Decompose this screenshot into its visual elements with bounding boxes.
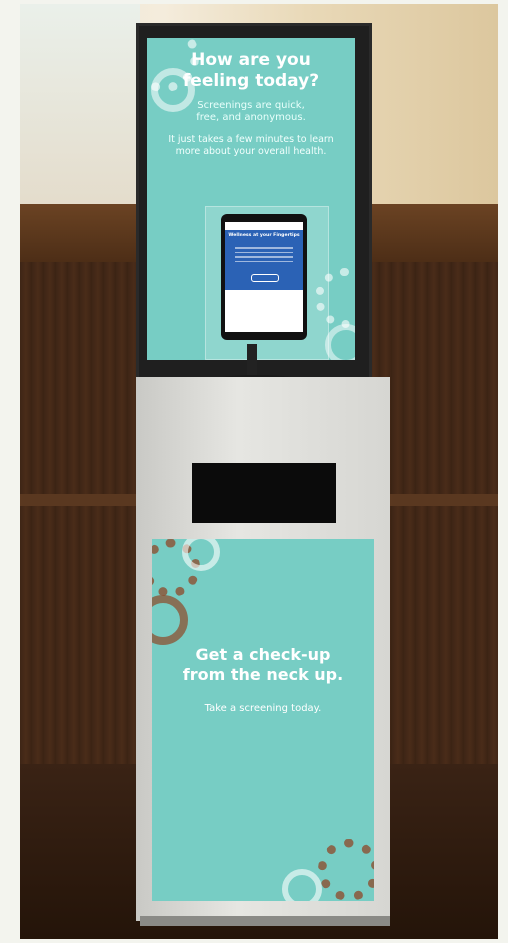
headline-line2: feeling today? [182,71,320,91]
subline-1: Screenings are quick, [197,100,305,111]
tablet-stand [247,344,257,378]
headline-line1: How are you [191,50,311,70]
tablet-screen[interactable]: Wellness at your Fingertips [225,222,303,332]
photo: How are you feeling today? Screenings ar… [20,4,498,939]
screen-start-button[interactable] [251,274,279,282]
gear-icon [152,595,188,645]
gear-icon [325,324,355,360]
cabinet-slot [192,463,336,523]
screen-title: Wellness at your Fingertips [228,233,300,238]
cabinet-sign-panel: Get a check-up from the neck up. Take a … [152,539,374,901]
body-1: It just takes a few minutes to learn [168,134,334,145]
body-2: more about your overall health. [175,146,327,157]
top-sign-text: How are you feeling today? Screenings ar… [147,50,355,158]
cabinet-headline-line2: from the neck up. [182,665,344,684]
top-sign-panel: How are you feeling today? Screenings ar… [147,38,355,360]
kiosk-cabinet: Get a check-up from the neck up. Take a … [136,377,390,921]
screen-text-lines [235,244,293,265]
tablet[interactable]: Wellness at your Fingertips [221,214,307,340]
cabinet-headline-line1: Get a check-up [195,645,331,664]
sign-board: How are you feeling today? Screenings ar… [136,23,372,387]
gear-icon [182,539,220,571]
cabinet-tagline: Take a screening today. [204,703,322,714]
gear-icon [318,839,374,901]
cabinet-base [140,916,390,926]
cabinet-headline: Get a check-up from the neck up. [152,645,374,685]
gear-icon [282,869,322,901]
subline-2: free, and anonymous. [196,112,306,123]
